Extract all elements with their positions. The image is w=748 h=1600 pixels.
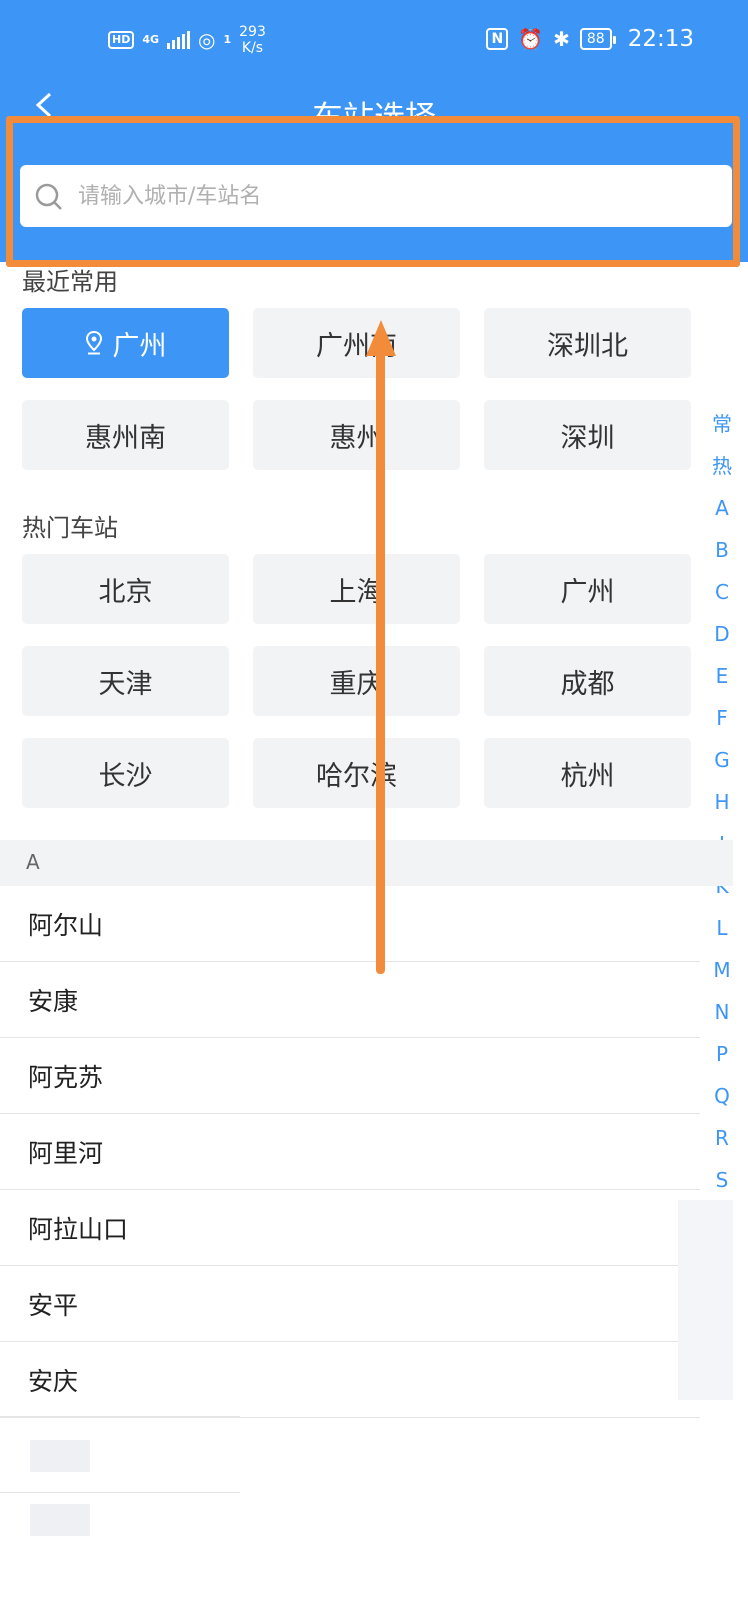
index-item[interactable]: 热 xyxy=(700,456,744,498)
blurred-index xyxy=(678,1200,733,1400)
index-item[interactable]: P xyxy=(700,1044,744,1086)
hot-chip[interactable]: 杭州 xyxy=(484,738,691,808)
index-item[interactable]: L xyxy=(700,918,744,960)
blurred-item xyxy=(30,1440,90,1472)
search-highlight-annotation xyxy=(6,116,740,267)
hot-grid: 北京 上海 广州 天津 重庆 成都 长沙 哈尔滨 杭州 xyxy=(22,554,694,808)
hot-label: 热门车站 xyxy=(22,514,118,542)
alarm-icon: ⏰ xyxy=(518,27,544,51)
hot-chip[interactable]: 成都 xyxy=(484,646,691,716)
index-item[interactable]: N xyxy=(700,1002,744,1044)
index-item[interactable]: H xyxy=(700,792,744,834)
alphabet-index: 常 热 A B C D E F G H J K L M N P Q R S xyxy=(700,414,744,1212)
status-right: N ⏰ ✱ 88 22:13 xyxy=(486,26,694,52)
recent-chip[interactable]: 惠州 xyxy=(253,400,460,470)
divider xyxy=(0,1416,240,1417)
wifi-sub: 1 xyxy=(223,33,232,46)
blurred-item xyxy=(30,1504,90,1536)
recent-chip[interactable]: 深圳北 xyxy=(484,308,691,378)
hot-chip[interactable]: 天津 xyxy=(22,646,229,716)
nfc-icon: N xyxy=(486,28,509,50)
hd-icon: HD xyxy=(108,31,135,49)
hot-chip[interactable]: 重庆 xyxy=(253,646,460,716)
location-pin-icon xyxy=(85,331,102,355)
speed-unit: K/s xyxy=(241,40,264,56)
status-bar: HD 4G ◎ 1 293 K/s N ⏰ ✱ 88 22:13 xyxy=(0,0,748,88)
speed-value: 293 xyxy=(239,24,266,40)
battery-icon: 88 xyxy=(579,28,616,50)
hot-chip[interactable]: 广州 xyxy=(484,554,691,624)
index-item[interactable]: G xyxy=(700,750,744,792)
swipe-up-arrow-head xyxy=(366,320,396,356)
recent-chip[interactable]: 广州南 xyxy=(253,308,460,378)
city-list-item[interactable]: 阿里河 xyxy=(0,1114,700,1190)
hot-chip[interactable]: 上海 xyxy=(253,554,460,624)
recent-chip-guangzhou[interactable]: 广州 xyxy=(22,308,229,378)
index-item[interactable]: D xyxy=(700,624,744,666)
divider xyxy=(0,1492,240,1493)
hot-chip[interactable]: 北京 xyxy=(22,554,229,624)
clock: 22:13 xyxy=(627,26,694,52)
recent-chip-label: 广州 xyxy=(112,330,167,362)
index-item[interactable]: A xyxy=(700,498,744,540)
hot-chip[interactable]: 长沙 xyxy=(22,738,229,808)
index-item[interactable]: M xyxy=(700,960,744,1002)
index-item[interactable]: C xyxy=(700,582,744,624)
index-item[interactable]: 常 xyxy=(700,414,744,456)
city-list-item[interactable]: 安康 xyxy=(0,962,700,1038)
city-list-item[interactable]: 阿尔山 xyxy=(0,886,700,962)
city-list: 阿尔山 安康 阿克苏 阿里河 阿拉山口 安平 安庆 xyxy=(0,886,700,1418)
city-list-item[interactable]: 阿拉山口 xyxy=(0,1190,700,1266)
signal-bars-icon xyxy=(167,31,191,49)
network-speed: 293 K/s xyxy=(239,24,266,56)
recent-chip[interactable]: 深圳 xyxy=(484,400,691,470)
index-item[interactable]: R xyxy=(700,1128,744,1170)
letter-section-label: A xyxy=(26,850,40,874)
city-list-item[interactable]: 安平 xyxy=(0,1266,700,1342)
swipe-up-arrow xyxy=(376,350,385,974)
index-item[interactable]: F xyxy=(700,708,744,750)
recent-label: 最近常用 xyxy=(22,268,118,296)
recent-chip[interactable]: 惠州南 xyxy=(22,400,229,470)
wifi-icon: ◎ xyxy=(198,28,216,52)
letter-section-header: A xyxy=(0,840,733,886)
index-item[interactable]: Q xyxy=(700,1086,744,1128)
hot-chip[interactable]: 哈尔滨 xyxy=(253,738,460,808)
city-list-item[interactable]: 阿克苏 xyxy=(0,1038,700,1114)
status-left: HD 4G ◎ 1 293 K/s xyxy=(108,24,266,56)
index-item[interactable]: E xyxy=(700,666,744,708)
city-list-item[interactable]: 安庆 xyxy=(0,1342,700,1418)
network-type: 4G xyxy=(142,33,160,46)
recent-grid: 广州 广州南 深圳北 惠州南 惠州 深圳 xyxy=(22,308,694,470)
index-item[interactable]: B xyxy=(700,540,744,582)
bluetooth-icon: ✱ xyxy=(553,27,570,51)
